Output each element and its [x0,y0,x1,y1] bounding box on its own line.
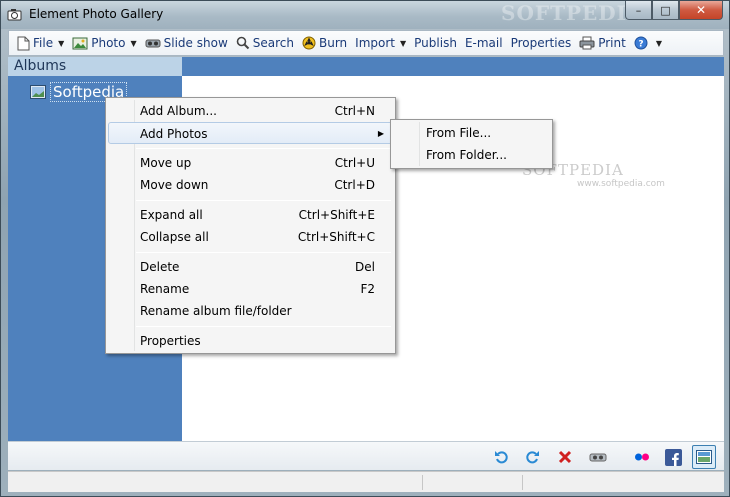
properties-button[interactable]: Properties [507,32,576,54]
menu-item-add-album[interactable]: Add Album... Ctrl+N [108,100,393,122]
menu-item-shortcut: Ctrl+U [334,156,375,170]
menu-item-label: From Folder... [426,148,507,162]
close-button[interactable]: ✕ [679,1,723,20]
status-divider [422,475,423,490]
menu-item-move-up[interactable]: Move up Ctrl+U [108,152,393,174]
title-bar: Element Photo Gallery SOFTPEDIA – □ ✕ [1,1,729,29]
menu-item-shortcut: Ctrl+N [334,104,375,118]
chevron-down-icon: ▼ [655,38,662,48]
menu-item-label: Expand all [140,208,203,222]
submenu-arrow-icon: ▶ [377,129,384,138]
status-divider [522,475,523,490]
fullscreen-icon[interactable] [692,445,716,469]
albums-header: Albums [8,57,182,76]
menu-item-shortcut: Del [355,260,375,274]
caption-buttons: – □ ✕ [625,1,723,21]
help-menu-button[interactable]: ? ▼ [630,32,666,54]
album-context-menu: Add Album... Ctrl+N Add Photos ▶ Move up… [105,97,396,354]
file-icon [17,36,30,51]
watermark-url: www.softpedia.com [577,179,665,189]
album-icon [30,84,46,99]
app-window: Element Photo Gallery SOFTPEDIA – □ ✕ Fi… [0,0,730,497]
email-label: E-mail [464,36,503,50]
rotate-right-icon[interactable] [522,447,542,467]
delete-icon[interactable] [555,447,575,467]
menu-item-from-file[interactable]: From File... [393,122,550,144]
minimize-button[interactable]: – [625,1,652,20]
printer-icon [579,36,595,50]
maximize-button[interactable]: □ [652,1,679,20]
svg-text:?: ? [638,40,643,50]
facebook-icon[interactable] [663,447,683,467]
photo-menu-label: Photo [91,36,126,50]
import-menu-button[interactable]: Import ▼ [351,32,410,54]
menu-item-properties[interactable]: Properties [108,330,393,352]
watermark: SOFTPEDIA [501,1,644,25]
menu-item-label: From File... [426,126,492,140]
app-icon [7,8,23,22]
status-bar [8,471,724,492]
main-toolbar: File ▼ Photo ▼ Slide show Search Burn Im… [8,30,724,56]
properties-label: Properties [510,36,572,50]
window-title: Element Photo Gallery [29,7,164,21]
menu-item-rename-file[interactable]: Rename album file/folder [108,300,393,322]
menu-item-expand-all[interactable]: Expand all Ctrl+Shift+E [108,204,393,226]
menu-item-label: Properties [140,334,201,348]
menu-separator [136,252,391,253]
rotate-left-icon[interactable] [492,447,512,467]
menu-item-label: Move down [140,178,209,192]
menu-item-label: Collapse all [140,230,209,244]
menu-separator [136,326,391,327]
menu-item-add-photos[interactable]: Add Photos ▶ [108,122,393,144]
menu-item-shortcut: Ctrl+D [334,178,375,192]
menu-item-label: Add Photos [140,127,208,141]
menu-item-from-folder[interactable]: From Folder... [393,144,550,166]
slideshow-icon[interactable] [588,447,608,467]
menu-item-shortcut: Ctrl+Shift+C [297,230,375,244]
chevron-down-icon: ▼ [130,38,137,48]
menu-item-shortcut: Ctrl+Shift+E [298,208,375,222]
burn-button[interactable]: Burn [298,32,351,54]
menu-separator [136,148,391,149]
menu-item-label: Rename [140,282,190,296]
menu-item-collapse-all[interactable]: Collapse all Ctrl+Shift+C [108,226,393,248]
flickr-icon[interactable] [632,447,652,467]
chevron-down-icon: ▼ [400,38,407,48]
email-button[interactable]: E-mail [461,32,507,54]
import-label: Import [355,36,395,50]
slideshow-button[interactable]: Slide show [141,32,232,54]
print-label: Print [598,36,626,50]
menu-item-label: Move up [140,156,192,170]
help-icon: ? [634,36,648,50]
bottom-action-bar [8,441,724,470]
menu-item-label: Add Album... [140,104,217,118]
menu-item-rename[interactable]: Rename F2 [108,278,393,300]
add-photos-submenu: From File... From Folder... [390,119,553,169]
file-menu-label: File [33,36,54,50]
publish-button[interactable]: Publish [410,32,461,54]
menu-item-shortcut: F2 [360,282,375,296]
menu-item-delete[interactable]: Delete Del [108,256,393,278]
chevron-down-icon: ▼ [58,38,65,48]
photo-menu-button[interactable]: Photo ▼ [68,32,140,54]
menu-item-move-down[interactable]: Move down Ctrl+D [108,174,393,196]
search-label: Search [252,36,294,50]
menu-item-label: Delete [140,260,180,274]
print-button[interactable]: Print [575,32,630,54]
projector-icon [145,37,161,49]
photo-icon [72,37,88,50]
publish-label: Publish [414,36,457,50]
burn-disc-icon [302,36,316,50]
file-menu-button[interactable]: File ▼ [13,32,68,54]
photo-view-header [182,57,724,76]
burn-label: Burn [319,36,348,50]
search-button[interactable]: Search [232,32,298,54]
menu-item-label: Rename album file/folder [140,304,292,318]
magnifier-icon [236,36,250,50]
menu-separator [136,200,391,201]
slideshow-label: Slide show [163,36,228,50]
